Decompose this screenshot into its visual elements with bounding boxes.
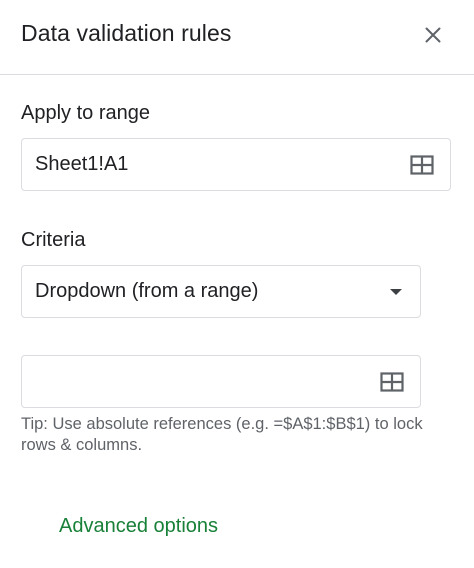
apply-to-range-label: Apply to range xyxy=(21,102,150,124)
data-validation-panel: Data validation rules Apply to range She… xyxy=(0,0,474,568)
criteria-label: Criteria xyxy=(21,229,86,251)
advanced-options-link[interactable]: Advanced options xyxy=(59,513,218,539)
panel-title: Data validation rules xyxy=(21,20,232,46)
range-input[interactable] xyxy=(21,355,421,408)
close-button[interactable] xyxy=(416,18,450,52)
grid-icon[interactable] xyxy=(380,372,404,392)
panel-header: Data validation rules xyxy=(0,0,474,75)
close-icon xyxy=(425,27,441,43)
criteria-selected-value: Dropdown (from a range) xyxy=(35,280,259,302)
criteria-dropdown[interactable]: Dropdown (from a range) xyxy=(21,265,421,318)
grid-icon[interactable] xyxy=(410,155,434,175)
apply-range-input[interactable]: Sheet1!A1 xyxy=(21,138,451,191)
tip-text: Tip: Use absolute references (e.g. =$A$1… xyxy=(21,415,423,454)
apply-range-value: Sheet1!A1 xyxy=(35,153,129,175)
caret-down-icon xyxy=(390,289,402,295)
